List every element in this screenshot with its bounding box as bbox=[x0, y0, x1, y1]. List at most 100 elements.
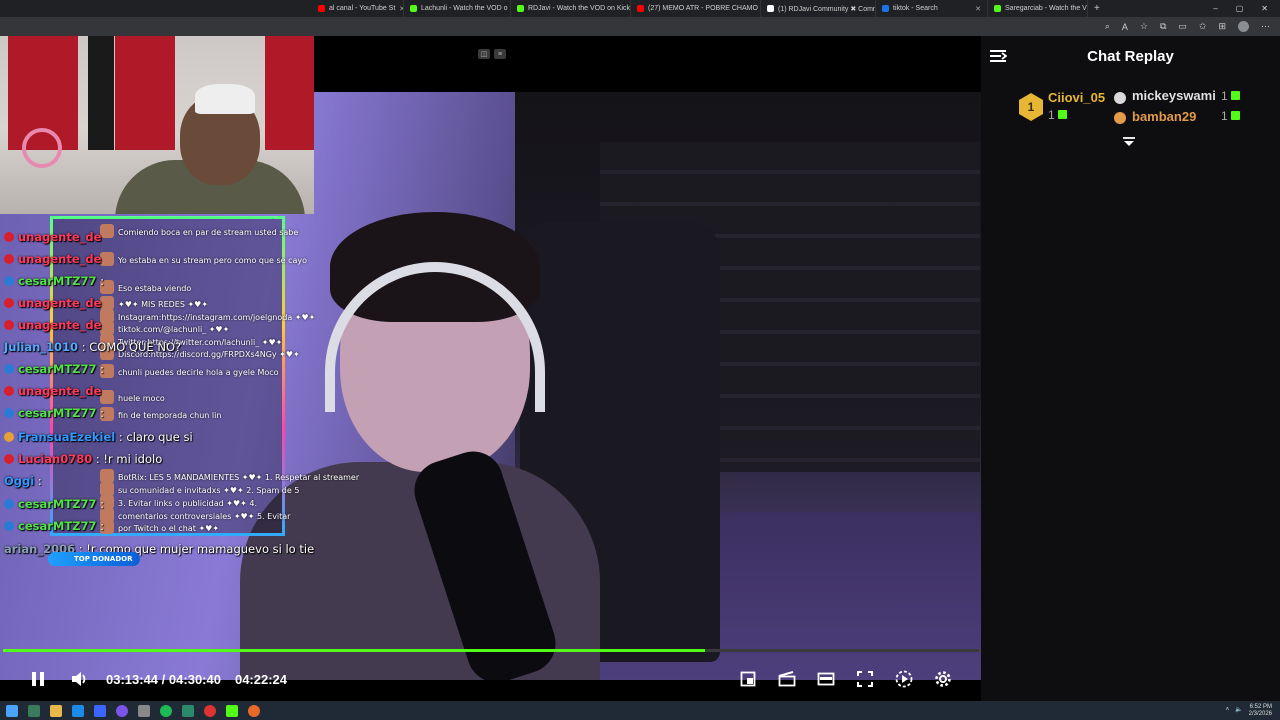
favorites-icon[interactable]: ✩ bbox=[1199, 21, 1207, 32]
new-tab-button[interactable]: + bbox=[1088, 3, 1106, 14]
overlay-chat-message: Yo estaba en su stream pero como que se … bbox=[100, 252, 307, 266]
tray-arrow-icon[interactable]: ˄ bbox=[1226, 707, 1230, 714]
pause-button[interactable] bbox=[26, 667, 50, 691]
extensions-icon[interactable]: ⧉ bbox=[1160, 21, 1166, 32]
overlay-chat-message-text: por Twitch o el chat ✦♥✦ bbox=[118, 524, 220, 533]
chatter-avatar bbox=[100, 469, 114, 483]
tab-favicon-icon bbox=[882, 5, 889, 12]
zoom-icon[interactable]: ⌕ bbox=[1105, 21, 1110, 32]
settings-button[interactable] bbox=[931, 667, 955, 691]
app-icon[interactable] bbox=[138, 704, 150, 717]
browser-tab[interactable]: Saregarciab - Watch the VOD✕ bbox=[988, 0, 1088, 17]
tab-favicon-icon bbox=[637, 5, 644, 12]
minimize-button[interactable]: – bbox=[1213, 4, 1217, 13]
collections-icon[interactable]: ⊞ bbox=[1218, 21, 1226, 32]
app-icon[interactable] bbox=[94, 704, 106, 717]
captions-icon[interactable]: ≡ bbox=[494, 49, 506, 59]
split-screen-icon[interactable]: ▭ bbox=[1178, 21, 1187, 32]
leaderboard-first-name[interactable]: Ciiovi_05 bbox=[1048, 90, 1105, 105]
close-window-button[interactable]: ✕ bbox=[1261, 4, 1268, 13]
pip-icon[interactable]: ◫ bbox=[478, 49, 490, 59]
app-icon[interactable] bbox=[248, 704, 260, 717]
app-icon[interactable] bbox=[204, 704, 216, 717]
leaderboard-third-name[interactable]: bamban29 bbox=[1132, 109, 1196, 124]
file-explorer-icon[interactable] bbox=[50, 704, 62, 717]
browser-tab[interactable]: (27) MEMO ATR - POBRE CHAMO✕ bbox=[631, 0, 761, 17]
progress-fill bbox=[3, 649, 705, 652]
tab-favicon-icon bbox=[994, 5, 1001, 12]
webcam-overlay bbox=[0, 36, 314, 214]
miniplayer-button[interactable] bbox=[736, 667, 760, 691]
tab-label: (1) RDJavi Community ✖ Comm bbox=[778, 5, 876, 13]
expand-leaderboard-icon[interactable] bbox=[1122, 136, 1136, 148]
start-icon[interactable] bbox=[6, 704, 18, 717]
overlay-chat-message: huele moco bbox=[100, 390, 165, 404]
browser-tab[interactable]: al canal - YouTube St✕ bbox=[312, 0, 404, 17]
theater-icon bbox=[817, 672, 835, 686]
window-controls: – ▢ ✕ bbox=[1213, 4, 1280, 13]
tab-label: tiktok - Search bbox=[893, 5, 938, 12]
volume-button[interactable] bbox=[68, 667, 92, 691]
overlay-chat-line: Lucian0780 : !r mi idolo bbox=[4, 452, 162, 466]
video-player[interactable]: ◫ ≡ Comiendo boca en par de stream usted… bbox=[0, 36, 981, 701]
overlay-chat-message: tiktok.com/@lachunli_ ✦♥✦ bbox=[100, 321, 229, 335]
playback-speed-button[interactable] bbox=[892, 667, 916, 691]
time-display: 03:13:44 / 04:30:40 bbox=[106, 672, 221, 687]
overlay-chat-line: unagente_de bbox=[4, 296, 101, 310]
browser-tab[interactable]: tiktok - Search ✕ bbox=[876, 0, 988, 17]
leaderboard-third-count: 1 bbox=[1221, 109, 1241, 123]
video-overlay-icons: ◫ ≡ bbox=[478, 49, 506, 59]
chat-badge-icon bbox=[4, 499, 14, 509]
tab-label: Lachunli - Watch the VOD o bbox=[421, 5, 508, 12]
chat-badge-icon bbox=[4, 232, 14, 242]
chat-username: cesarMTZ77 bbox=[18, 406, 97, 420]
tray-volume-icon[interactable]: 🔈 bbox=[1235, 707, 1242, 714]
clapperboard-icon bbox=[778, 671, 796, 687]
browser-tab[interactable]: RDJavi - Watch the VOD on Kick✕ bbox=[511, 0, 631, 17]
leaderboard-second-name[interactable]: mickeyswami bbox=[1132, 88, 1216, 103]
spotify-icon[interactable] bbox=[160, 704, 172, 717]
chat-username: cesarMTZ77 bbox=[18, 274, 97, 288]
leaderboard-first-count-value: 1 bbox=[1048, 108, 1055, 122]
read-aloud-icon[interactable]: A bbox=[1122, 22, 1128, 32]
clock-time: 04:22:24 bbox=[234, 671, 288, 687]
fullscreen-button[interactable] bbox=[853, 667, 877, 691]
overlay-chat-line: unagente_de bbox=[4, 230, 101, 244]
clock-time-label: 6:52 PM bbox=[1249, 703, 1272, 710]
chat-badge-icon bbox=[4, 364, 14, 374]
chat-username: unagente_de bbox=[18, 318, 102, 332]
app-icon[interactable] bbox=[182, 704, 194, 717]
chat-username: unagente_de bbox=[18, 252, 102, 266]
volume-icon bbox=[72, 672, 86, 686]
overlay-chat-message-text: Yo estaba en su stream pero como que se … bbox=[118, 256, 308, 265]
clock[interactable]: 6:52 PM 2/3/2026 bbox=[1249, 704, 1272, 718]
overlay-chat-line: unagente_de bbox=[4, 252, 101, 266]
overlay-chat-message-text: tiktok.com/@lachunli_ ✦♥✦ bbox=[118, 325, 230, 334]
chat-username: unagente_de bbox=[18, 384, 102, 398]
profile-avatar[interactable] bbox=[1238, 21, 1249, 32]
kick-icon[interactable] bbox=[226, 704, 238, 717]
rank-two-badge bbox=[1114, 92, 1126, 104]
maximize-button[interactable]: ▢ bbox=[1236, 4, 1244, 13]
chat-username: unagente_de bbox=[18, 230, 102, 244]
more-options-icon[interactable]: ⋯ bbox=[1261, 21, 1270, 32]
chat-badge-icon bbox=[4, 432, 14, 442]
system-tray[interactable]: ˄ 🔈 6:52 PM 2/3/2026 bbox=[1226, 704, 1280, 718]
app-icon[interactable] bbox=[28, 704, 40, 717]
progress-bar[interactable] bbox=[3, 649, 979, 652]
tab-favicon-icon bbox=[767, 5, 774, 12]
close-tab-icon[interactable]: ✕ bbox=[395, 5, 403, 13]
chat-message-text: : COMO QUE NO? bbox=[78, 340, 182, 354]
browser-tab[interactable]: Lachunli - Watch the VOD o✕ bbox=[404, 0, 511, 17]
chat-message-text: : bbox=[34, 474, 42, 488]
browser-tab[interactable]: (1) RDJavi Community ✖ Comm✕ bbox=[761, 0, 876, 17]
close-tab-icon[interactable]: ✕ bbox=[971, 5, 981, 13]
chatter-avatar bbox=[100, 321, 114, 335]
discord-icon[interactable] bbox=[116, 704, 128, 717]
overlay-chat-message-text: Eso estaba viendo bbox=[118, 284, 192, 293]
edge-icon[interactable] bbox=[72, 704, 84, 717]
chatter-avatar bbox=[100, 224, 114, 238]
theater-mode-button[interactable] bbox=[814, 667, 838, 691]
clip-button[interactable] bbox=[775, 667, 799, 691]
favorite-icon[interactable]: ☆ bbox=[1140, 21, 1148, 32]
